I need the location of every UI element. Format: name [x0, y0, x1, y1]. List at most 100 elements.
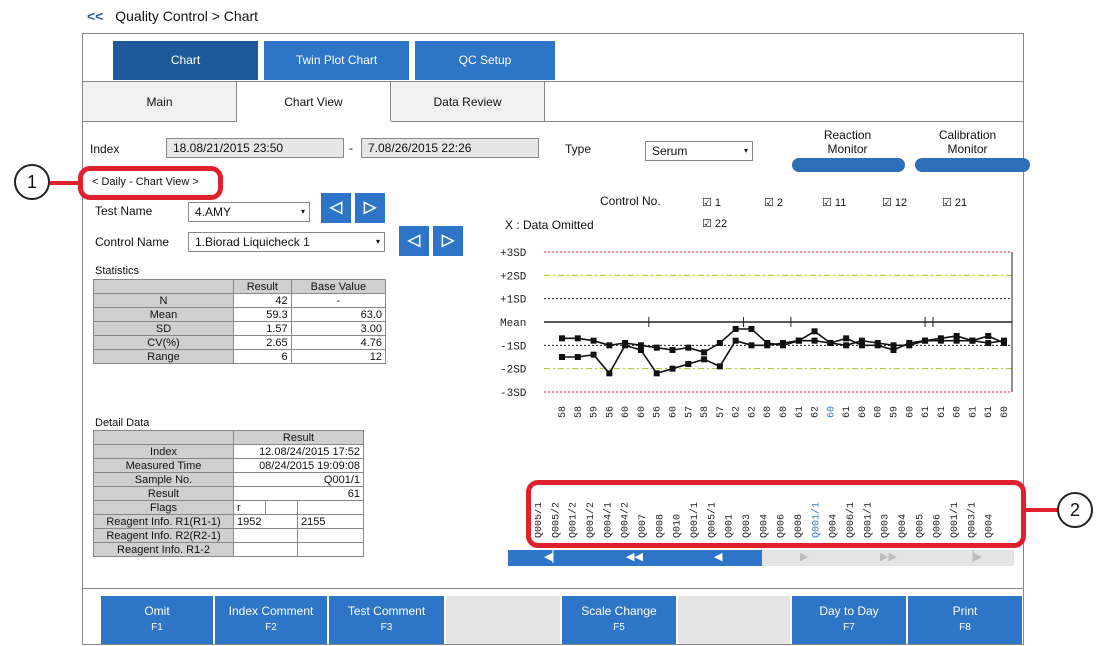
x-tick-label: 60 [905, 406, 916, 418]
sample-label: Q006 [777, 514, 788, 538]
test-name-select[interactable]: 4.AMY ▾ [188, 202, 310, 222]
data-point [874, 342, 881, 349]
first-page-icon[interactable]: ◀▏ [544, 550, 561, 563]
reaction-monitor-button[interactable] [792, 158, 905, 172]
detail-value: 08/24/2015 19:09:08 [233, 458, 364, 473]
chevron-down-icon: ▾ [743, 146, 748, 155]
row-label: Range [93, 349, 234, 364]
result-cell: 6 [233, 349, 292, 364]
table-row: N 42- [93, 293, 387, 308]
next-page-icon[interactable]: ▶ [800, 550, 808, 563]
x-tick-label: 61 [984, 406, 995, 418]
button-label: Index Comment [228, 604, 314, 618]
table-row: Flags r [93, 500, 364, 515]
next-page-fast-icon[interactable]: ▶▶ [880, 550, 897, 563]
view-title: < Daily - Chart View > [92, 176, 199, 188]
data-point [685, 361, 692, 367]
empty-function-button [678, 596, 790, 644]
calibration-monitor-button[interactable] [915, 158, 1030, 172]
print-button[interactable]: Print F8 [908, 596, 1022, 644]
function-key: F5 [613, 622, 625, 633]
next-control-icon[interactable]: ▷ [433, 226, 463, 256]
prev-test-icon[interactable]: ◁ [321, 193, 351, 223]
scale-change-button[interactable]: Scale Change F5 [562, 596, 676, 644]
x-tick-label: 60 [637, 406, 648, 418]
x-tick-label: 60 [779, 406, 790, 418]
data-point [1001, 337, 1007, 344]
subtab-data-review[interactable]: Data Review [391, 82, 545, 122]
index-separator: - [349, 141, 353, 155]
detail-value: 61 [233, 486, 364, 501]
data-omitted-label: X : Data Omitted [505, 218, 594, 232]
breadcrumb: << Quality Control > Chart [87, 8, 258, 24]
control-checkbox-1[interactable]: ☑ 1 [702, 196, 721, 209]
button-label: Omit [144, 604, 170, 618]
sample-label: Q008 [794, 514, 805, 538]
sample-label: Q005 [915, 514, 926, 538]
data-point [953, 337, 960, 344]
index-to-field[interactable]: 7.08/26/2015 22:26 [361, 138, 539, 158]
type-label: Type [565, 142, 592, 156]
x-tick-label: 60 [826, 406, 837, 418]
result-cell: 2.65 [233, 335, 292, 350]
index-from-field[interactable]: 18.08/21/2015 23:50 [166, 138, 344, 158]
data-point [701, 349, 708, 356]
row-label: SD [93, 321, 234, 336]
row-label: Flags [93, 500, 234, 515]
data-point [590, 337, 597, 344]
sample-label: Q004 [829, 514, 840, 538]
back-link[interactable]: << [87, 8, 103, 24]
test-comment-button[interactable]: Test Comment F3 [329, 596, 444, 644]
last-page-icon[interactable]: ▕▶ [965, 550, 982, 563]
sample-label: Q001/1 [810, 502, 822, 538]
row-label: Reagent Info. R1(R1-1) [93, 514, 234, 529]
sample-label: Q005/1 [535, 502, 545, 538]
prev-page-icon[interactable]: ◀ [714, 550, 722, 563]
base-cell: - [290, 293, 387, 308]
prev-control-icon[interactable]: ◁ [399, 226, 429, 256]
stats-header: Result [233, 279, 292, 294]
subtab-chart-view[interactable]: Chart View [237, 82, 391, 122]
control-checkbox-12[interactable]: ☑ 12 [882, 196, 907, 209]
tab-qc-setup[interactable]: QC Setup [415, 41, 555, 80]
x-tick-label: 61 [795, 406, 806, 418]
control-item: 12 [894, 197, 908, 209]
day-to-day-button[interactable]: Day to Day F7 [792, 596, 906, 644]
divider [83, 121, 1023, 122]
data-point [764, 342, 771, 349]
control-name-select[interactable]: 1.Biorad Liquicheck 1 ▾ [188, 232, 385, 252]
detail-header: Result [233, 430, 364, 445]
qc-chart[interactable]: +3SD +2SD +1SD Mean -1SD -2SD -3SD 58 58 59 56 60 60… [500, 240, 1020, 430]
base-cell: 4.76 [290, 335, 387, 350]
index-comment-button[interactable]: Index Comment F2 [215, 596, 327, 644]
prev-page-fast-icon[interactable]: ◀◀ [626, 550, 643, 563]
control-checkbox-2[interactable]: ☑ 2 [764, 196, 783, 209]
next-test-icon[interactable]: ▷ [355, 193, 385, 223]
tab-chart[interactable]: Chart [113, 41, 258, 80]
row-label: Reagent Info. R2(R2-1) [93, 528, 234, 543]
sample-label: Q004/1 [602, 502, 614, 538]
table-row: Index 12.08/24/2015 17:52 [93, 444, 364, 459]
row-label: Measured Time [93, 458, 234, 473]
data-point [637, 347, 644, 353]
subtab-main[interactable]: Main [83, 82, 237, 122]
control-checkbox-11[interactable]: ☑ 11 [822, 196, 846, 209]
x-tick-label: 57 [684, 406, 695, 418]
row-label: Result [93, 486, 234, 501]
sample-label: Q007 [638, 514, 649, 538]
table-row: SD 1.57 3.00 [93, 321, 387, 336]
type-select[interactable]: Serum ▾ [645, 141, 753, 161]
x-tick-label: 56 [605, 406, 616, 418]
control-checkbox-21[interactable]: ☑ 21 [942, 196, 967, 209]
x-tick-label: 61 [842, 406, 853, 418]
tab-twin-plot-chart[interactable]: Twin Plot Chart [264, 41, 409, 80]
data-point [716, 340, 723, 346]
sample-label: Q003 [881, 514, 892, 538]
data-point [653, 370, 660, 377]
base-cell: 12 [290, 349, 387, 364]
x-tick-label: 59 [890, 406, 901, 418]
sample-label: Q006 [933, 514, 944, 538]
control-item: 22 [714, 218, 728, 230]
omit-button[interactable]: Omit F1 [101, 596, 213, 644]
control-checkbox-22[interactable]: ☑ 22 [702, 217, 727, 230]
